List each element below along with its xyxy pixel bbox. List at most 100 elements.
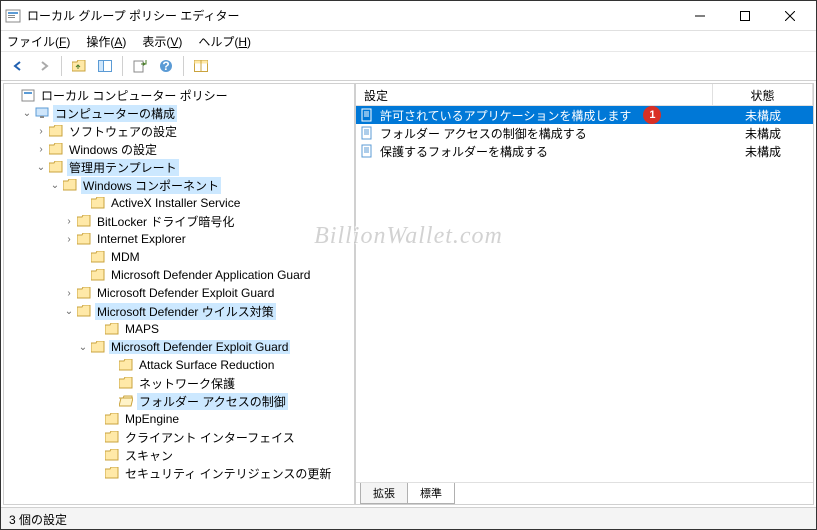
minimize-button[interactable] bbox=[677, 2, 722, 30]
tab-extended[interactable]: 拡張 bbox=[360, 483, 408, 504]
folder-icon bbox=[90, 249, 106, 265]
tree-bitlocker[interactable]: BitLocker ドライブ暗号化 bbox=[6, 212, 352, 230]
show-hide-tree-button[interactable] bbox=[94, 55, 116, 77]
tree-label: MAPS bbox=[123, 322, 161, 336]
list-item-state: 未構成 bbox=[713, 107, 813, 124]
tree-label: MDM bbox=[109, 250, 142, 264]
maximize-button[interactable] bbox=[722, 2, 767, 30]
column-setting[interactable]: 設定 bbox=[356, 84, 713, 105]
tree-label: MpEngine bbox=[123, 412, 181, 426]
status-bar: 3 個の設定 bbox=[1, 507, 816, 529]
folder-icon bbox=[76, 303, 92, 319]
tree-mdm[interactable]: MDM bbox=[6, 248, 352, 266]
tree-label: ローカル コンピューター ポリシー bbox=[39, 87, 230, 104]
folder-icon bbox=[90, 267, 106, 283]
tree-mpengine[interactable]: MpEngine bbox=[6, 410, 352, 428]
tree-computer-config[interactable]: コンピューターの構成 bbox=[6, 104, 352, 122]
tree-folder-access[interactable]: フォルダー アクセスの制御 bbox=[6, 392, 352, 410]
folder-icon bbox=[76, 231, 92, 247]
tree-label: Microsoft Defender Application Guard bbox=[109, 268, 312, 282]
column-state[interactable]: 状態 bbox=[713, 84, 813, 105]
folder-icon bbox=[104, 321, 120, 337]
tree-label: フォルダー アクセスの制御 bbox=[137, 393, 288, 410]
forward-button[interactable] bbox=[33, 55, 55, 77]
folder-icon bbox=[104, 465, 120, 481]
tree-label: セキュリティ インテリジェンスの更新 bbox=[123, 465, 333, 482]
list-body[interactable]: 許可されているアプリケーションを構成します1未構成フォルダー アクセスの制御を構… bbox=[356, 106, 813, 482]
tree-label: Internet Explorer bbox=[95, 232, 188, 246]
policy-item-icon bbox=[360, 125, 376, 141]
tree-asr[interactable]: Attack Surface Reduction bbox=[6, 356, 352, 374]
close-button[interactable] bbox=[767, 2, 812, 30]
list-item-text: フォルダー アクセスの制御を構成する bbox=[380, 125, 713, 142]
tree-ie[interactable]: Internet Explorer bbox=[6, 230, 352, 248]
menu-bar: ファイル(F) 操作(A) 表示(V) ヘルプ(H) bbox=[1, 31, 816, 51]
tree-maps[interactable]: MAPS bbox=[6, 320, 352, 338]
tree-activex[interactable]: ActiveX Installer Service bbox=[6, 194, 352, 212]
tree-label: Microsoft Defender Exploit Guard bbox=[95, 286, 276, 300]
app-icon bbox=[5, 8, 21, 24]
list-item-text: 保護するフォルダーを構成する bbox=[380, 143, 713, 160]
menu-view[interactable]: 表示(V) bbox=[142, 33, 182, 50]
list-pane: 設定 状態 許可されているアプリケーションを構成します1未構成フォルダー アクセ… bbox=[355, 83, 814, 505]
back-button[interactable] bbox=[7, 55, 29, 77]
tree-label: Microsoft Defender ウイルス対策 bbox=[95, 303, 276, 320]
tree-label: 管理用テンプレート bbox=[67, 159, 179, 176]
folder-icon bbox=[90, 339, 106, 355]
tree-md-av[interactable]: Microsoft Defender ウイルス対策 bbox=[6, 302, 352, 320]
tree-label: クライアント インターフェイス bbox=[123, 429, 297, 446]
folder-icon bbox=[76, 213, 92, 229]
tree-label: Windows コンポーネント bbox=[81, 177, 221, 194]
tree-pane: ローカル コンピューター ポリシー コンピューターの構成 ソフトウェアの設定 W… bbox=[3, 83, 355, 505]
tree-label: Windows の設定 bbox=[67, 141, 159, 158]
list-row[interactable]: 許可されているアプリケーションを構成します1未構成 bbox=[356, 106, 813, 124]
tree-root[interactable]: ローカル コンピューター ポリシー bbox=[6, 86, 352, 104]
folder-icon bbox=[48, 141, 64, 157]
window-title: ローカル グループ ポリシー エディター bbox=[27, 7, 677, 24]
folder-icon bbox=[118, 375, 134, 391]
content-area: ローカル コンピューター ポリシー コンピューターの構成 ソフトウェアの設定 W… bbox=[1, 81, 816, 507]
tree-mdeg2[interactable]: Microsoft Defender Exploit Guard bbox=[6, 338, 352, 356]
tree-mdeg1[interactable]: Microsoft Defender Exploit Guard bbox=[6, 284, 352, 302]
tree-windows-settings[interactable]: Windows の設定 bbox=[6, 140, 352, 158]
tree-label: スキャン bbox=[123, 447, 175, 464]
tree-label: ActiveX Installer Service bbox=[109, 196, 242, 210]
menu-help[interactable]: ヘルプ(H) bbox=[198, 33, 251, 50]
toolbar: ? bbox=[1, 51, 816, 81]
tree-label: Attack Surface Reduction bbox=[137, 358, 276, 372]
tree-netprotect[interactable]: ネットワーク保護 bbox=[6, 374, 352, 392]
annotation-badge: 1 bbox=[643, 106, 661, 124]
tree-software-settings[interactable]: ソフトウェアの設定 bbox=[6, 122, 352, 140]
folder-icon bbox=[48, 123, 64, 139]
policy-item-icon bbox=[360, 143, 376, 159]
list-header: 設定 状態 bbox=[356, 84, 813, 106]
menu-action[interactable]: 操作(A) bbox=[86, 33, 126, 50]
tree-client-ui[interactable]: クライアント インターフェイス bbox=[6, 428, 352, 446]
title-bar: ローカル グループ ポリシー エディター bbox=[1, 1, 816, 31]
export-button[interactable] bbox=[129, 55, 151, 77]
list-row[interactable]: 保護するフォルダーを構成する未構成 bbox=[356, 142, 813, 160]
list-item-state: 未構成 bbox=[713, 125, 813, 142]
tree-win-components[interactable]: Windows コンポーネント bbox=[6, 176, 352, 194]
filter-button[interactable] bbox=[190, 55, 212, 77]
status-text: 3 個の設定 bbox=[9, 513, 67, 527]
svg-text:?: ? bbox=[162, 59, 169, 73]
tree-scroll[interactable]: ローカル コンピューター ポリシー コンピューターの構成 ソフトウェアの設定 W… bbox=[4, 84, 354, 504]
tree-label: Microsoft Defender Exploit Guard bbox=[109, 340, 290, 354]
tree-mdag[interactable]: Microsoft Defender Application Guard bbox=[6, 266, 352, 284]
tree-scan[interactable]: スキャン bbox=[6, 446, 352, 464]
folder-icon bbox=[104, 447, 120, 463]
folder-open-icon bbox=[118, 393, 134, 409]
tree-sec-intel[interactable]: セキュリティ インテリジェンスの更新 bbox=[6, 464, 352, 482]
list-row[interactable]: フォルダー アクセスの制御を構成する未構成 bbox=[356, 124, 813, 142]
folder-icon bbox=[90, 195, 106, 211]
folder-icon bbox=[104, 429, 120, 445]
tree-label: ソフトウェアの設定 bbox=[67, 123, 179, 140]
tab-standard[interactable]: 標準 bbox=[407, 483, 455, 504]
tree-admin-templates[interactable]: 管理用テンプレート bbox=[6, 158, 352, 176]
tree-label: ネットワーク保護 bbox=[137, 375, 237, 392]
up-button[interactable] bbox=[68, 55, 90, 77]
folder-icon bbox=[76, 285, 92, 301]
help-button[interactable]: ? bbox=[155, 55, 177, 77]
menu-file[interactable]: ファイル(F) bbox=[7, 33, 70, 50]
